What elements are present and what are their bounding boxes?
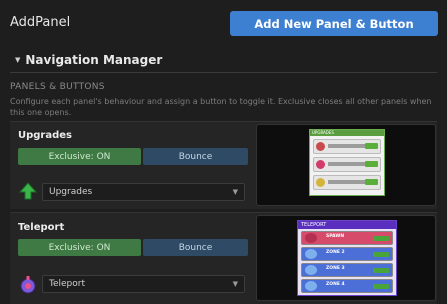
button-select-value: Upgrades: [49, 187, 93, 197]
app-title: AddPanel: [10, 15, 71, 30]
panel-preview: TELEPORT SPAWN ZONE 2 ZONE 3 ZONE 4: [256, 215, 436, 301]
preview-row-label: ZONE 2: [326, 250, 345, 255]
exclusive-toggle[interactable]: Exclusive: ON: [18, 239, 141, 256]
panel-title: Teleport: [18, 222, 65, 233]
panels-heading: PANELS & BUTTONS: [10, 82, 105, 92]
button-select-value: Teleport: [49, 279, 85, 289]
navigation-manager-header[interactable]: ▼ Navigation Manager: [10, 48, 437, 73]
preview-row: [313, 139, 381, 154]
preview-row: ZONE 3: [301, 263, 393, 277]
green-up-arrow-icon: [18, 181, 38, 201]
chevron-down-icon: ▼: [232, 280, 238, 288]
panel-title: Upgrades: [18, 130, 73, 141]
exclusive-toggle[interactable]: Exclusive: ON: [18, 148, 141, 165]
panel-card-teleport: Teleport Exclusive: ON Bounce Teleport ▼…: [10, 212, 437, 304]
add-panel-button[interactable]: Add New Panel & Button: [230, 11, 438, 36]
button-select[interactable]: Teleport ▼: [42, 275, 245, 293]
bounce-toggle[interactable]: Bounce: [143, 148, 248, 165]
teleport-pin-icon: [18, 275, 38, 295]
preview-row: ZONE 4: [301, 279, 393, 293]
preview-row-label: ZONE 3: [326, 266, 345, 271]
teleport-preview-panel: TELEPORT SPAWN ZONE 2 ZONE 3 ZONE 4: [297, 220, 397, 296]
preview-row-label: ZONE 4: [326, 282, 345, 287]
preview-header: UPGRADES: [310, 130, 384, 136]
preview-row: [313, 175, 381, 190]
button-select[interactable]: Upgrades ▼: [42, 183, 245, 201]
top-bar: AddPanel Add New Panel & Button: [0, 0, 447, 48]
panel-preview: UPGRADES: [256, 124, 436, 206]
preview-row: SPAWN: [301, 231, 393, 245]
caret-down-icon[interactable]: ▼: [15, 56, 20, 64]
bounce-toggle[interactable]: Bounce: [143, 239, 248, 256]
upgrades-preview-panel: UPGRADES: [309, 129, 385, 196]
preview-row-label: SPAWN: [326, 234, 345, 239]
panel-card-upgrades: Upgrades Exclusive: ON Bounce Upgrades ▼…: [10, 121, 437, 209]
preview-row: [313, 157, 381, 172]
chevron-down-icon: ▼: [232, 188, 238, 196]
panels-description: Configure each panel's behaviour and ass…: [10, 97, 432, 117]
preview-header: TELEPORT: [298, 221, 396, 229]
preview-row: ZONE 2: [301, 247, 393, 261]
section-title: Navigation Manager: [25, 53, 163, 67]
